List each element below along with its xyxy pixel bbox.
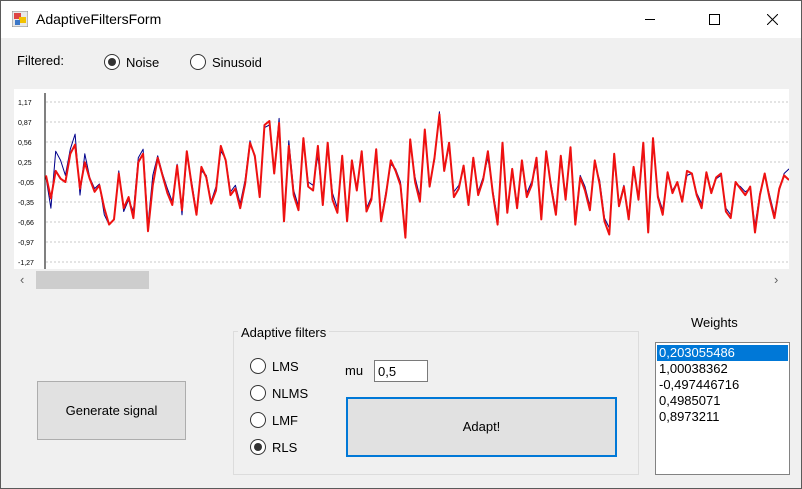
maximize-button[interactable] xyxy=(691,1,737,38)
nlms-radio[interactable] xyxy=(250,385,266,401)
y-tick-label: -0,35 xyxy=(18,200,34,207)
weights-listbox[interactable]: 0,203055486 1,00038362 -0,497446716 0,49… xyxy=(655,342,790,475)
weights-list-item[interactable]: 1,00038362 xyxy=(657,361,788,377)
adapt-button[interactable]: Adapt! xyxy=(346,397,617,457)
close-icon xyxy=(767,14,778,25)
sinusoid-radio[interactable] xyxy=(190,54,206,70)
y-tick-label: -0,66 xyxy=(18,220,34,227)
minimize-button[interactable] xyxy=(627,1,673,38)
scrollbar-thumb[interactable] xyxy=(36,271,149,289)
app-window: AdaptiveFiltersForm Filtered: Noise Sinu… xyxy=(0,0,802,489)
rls-radio-label[interactable]: RLS xyxy=(272,440,297,455)
mu-label: mu xyxy=(345,363,364,378)
lmf-radio[interactable] xyxy=(250,412,266,428)
nlms-radio-label[interactable]: NLMS xyxy=(272,386,308,401)
y-tick-label: -0,05 xyxy=(18,180,34,187)
y-tick-label: 0,56 xyxy=(18,140,32,147)
noise-radio[interactable] xyxy=(104,54,120,70)
weights-list-item[interactable]: 0,203055486 xyxy=(657,345,788,361)
y-tick-label: 1,17 xyxy=(18,100,32,107)
scroll-right-arrow-icon[interactable]: › xyxy=(774,272,778,287)
weights-title: Weights xyxy=(691,315,738,330)
minimize-icon xyxy=(645,19,655,20)
weights-list-item[interactable]: 0,4985071 xyxy=(657,393,788,409)
close-button[interactable] xyxy=(749,1,795,38)
window-title: AdaptiveFiltersForm xyxy=(36,11,162,27)
scroll-left-arrow-icon[interactable]: ‹ xyxy=(20,272,24,287)
chart-horizontal-scrollbar[interactable]: ‹ › xyxy=(14,269,789,291)
weights-list-item[interactable]: -0,497446716 xyxy=(657,377,788,393)
adaptive-filters-title: Adaptive filters xyxy=(238,325,330,340)
mu-input[interactable]: 0,5 xyxy=(374,360,428,382)
title-bar: AdaptiveFiltersForm xyxy=(1,1,801,38)
generate-signal-button[interactable]: Generate signal xyxy=(37,381,186,440)
sinusoid-radio-label[interactable]: Sinusoid xyxy=(212,55,262,70)
y-tick-label: -0,97 xyxy=(18,240,34,247)
maximize-icon xyxy=(709,14,720,25)
signal-chart: 1,17 0,87 0,56 0,25 -0,05 -0,35 -0,66 -0,97 -1,2… xyxy=(14,89,790,269)
y-tick-label: 0,25 xyxy=(18,160,32,167)
lms-radio-label[interactable]: LMS xyxy=(272,359,299,374)
noisy-signal-line xyxy=(45,111,790,235)
weights-list-item[interactable]: 0,8973211 xyxy=(657,409,788,425)
rls-radio[interactable] xyxy=(250,439,266,455)
noise-radio-label[interactable]: Noise xyxy=(126,55,159,70)
y-tick-label: -1,27 xyxy=(18,260,34,267)
y-tick-label: 0,87 xyxy=(18,120,32,127)
lmf-radio-label[interactable]: LMF xyxy=(272,413,298,428)
windows-forms-app-icon xyxy=(12,11,28,27)
filtered-label: Filtered: xyxy=(17,53,64,68)
filtered-signal-line xyxy=(45,113,790,239)
lms-radio[interactable] xyxy=(250,358,266,374)
